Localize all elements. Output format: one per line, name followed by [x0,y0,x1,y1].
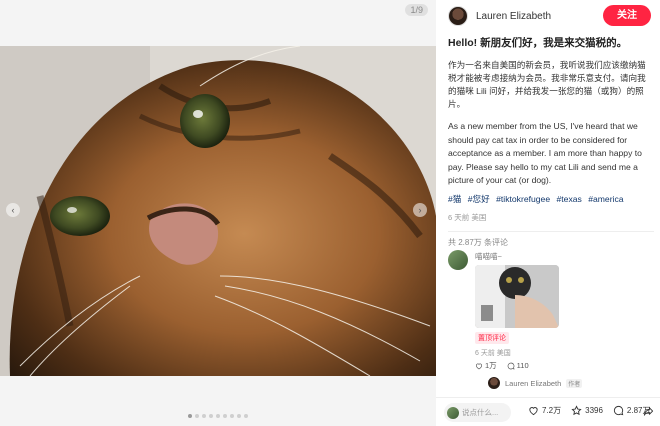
reply-avatar[interactable] [488,377,500,389]
image-pagination [188,414,248,418]
prev-image-button[interactable]: ‹ [6,203,20,217]
pagination-dot[interactable] [216,414,220,418]
post-stats: 7.2万 3396 2.87万 [528,405,651,416]
media-pane: 1/9 ‹ › [0,0,436,426]
share-icon [643,407,654,416]
like-count: 7.2万 [542,406,562,415]
post-description-cn: 作为一名来自美国的新会员，我听说我们应该缴纳猫税才能被考虑接纳为会员。我非常乐意… [448,60,646,109]
like-button[interactable]: 7.2万 [528,405,561,416]
comment-like-button[interactable]: 1万 [475,360,497,371]
next-image-button[interactable]: › [413,203,427,217]
user-avatar [447,406,459,419]
comment-reply-button[interactable]: 110 [507,361,529,370]
star-icon [571,405,582,416]
follow-button[interactable]: 关注 [603,5,651,26]
comment-input-placeholder: 说点什么... [462,408,499,417]
comment-bubble-icon [507,362,515,369]
post-meta: 6 天前 美国 [448,212,487,222]
pinned-badge: 置顶评论 [475,332,509,344]
pagination-dot[interactable] [195,414,199,418]
chevron-right-icon: › [418,205,422,215]
author-reply[interactable]: Lauren Elizabeth 作者 [488,377,583,389]
pagination-dot[interactable] [188,414,192,418]
share-button[interactable] [643,406,654,417]
collect-button[interactable]: 3396 [571,405,603,416]
pagination-dot[interactable] [244,414,248,418]
comment-image[interactable] [475,265,559,328]
reply-author-name[interactable]: Lauren Elizabeth [505,379,561,388]
author-avatar[interactable] [448,6,468,26]
post-detail-panel: Lauren Elizabeth 关注 Hello! 新朋友们好，我是来交猫税的… [436,0,660,426]
commenter-avatar[interactable] [448,250,468,270]
comment-reply-count: 110 [516,361,529,370]
image-counter: 1/9 [405,4,428,16]
comment-actions: 1万 110 [475,360,529,371]
post-photo[interactable] [0,46,436,376]
comment-photo-illustration [475,265,559,328]
post-description-en: As a new member from the US, I've heard … [448,121,642,185]
cat-photo-illustration [0,46,436,376]
pagination-dot[interactable] [237,414,241,418]
commenter-name[interactable]: 喵喵喵~ [475,251,502,262]
chevron-left-icon: ‹ [11,205,15,215]
comment-bubble-icon [613,405,624,416]
comment-meta: 6 天前 美国 [475,350,511,357]
heart-icon [475,363,483,369]
hashtag-link[interactable]: #america [588,194,623,204]
post-content: Hello! 新朋友们好，我是来交猫税的。 作为一名来自美国的新会员，我听说我们… [448,36,654,248]
hashtag-link[interactable]: #您好 [468,194,490,204]
heart-icon [529,407,538,416]
bottom-action-bar: 说点什么... 7.2万 3396 2.87万 [436,397,660,426]
pagination-dot[interactable] [209,414,213,418]
author-name[interactable]: Lauren Elizabeth [476,11,551,22]
hashtag-link[interactable]: #texas [557,194,582,204]
comment-input[interactable]: 说点什么... [444,403,511,422]
pagination-dot[interactable] [223,414,227,418]
hashtag-link[interactable]: #tiktokrefugee [496,194,550,204]
post-tags: #猫 #您好 #tiktokrefugee #texas #america [448,193,654,206]
divider [448,230,654,232]
hashtag-link[interactable]: #猫 [448,194,461,204]
post-viewer: 1/9 ‹ › Lauren Elizabeth 关注 Hello! 新朋友们好… [0,0,660,426]
pagination-dot[interactable] [202,414,206,418]
collect-count: 3396 [585,406,603,415]
comment-count: 共 2.87万 条评论 [448,237,509,247]
pagination-dot[interactable] [230,414,234,418]
post-title: Hello! 新朋友们好，我是来交猫税的。 [448,37,628,49]
author-tag: 作者 [566,378,583,388]
author-info[interactable]: Lauren Elizabeth [448,4,551,28]
comment-like-count: 1万 [485,361,497,370]
